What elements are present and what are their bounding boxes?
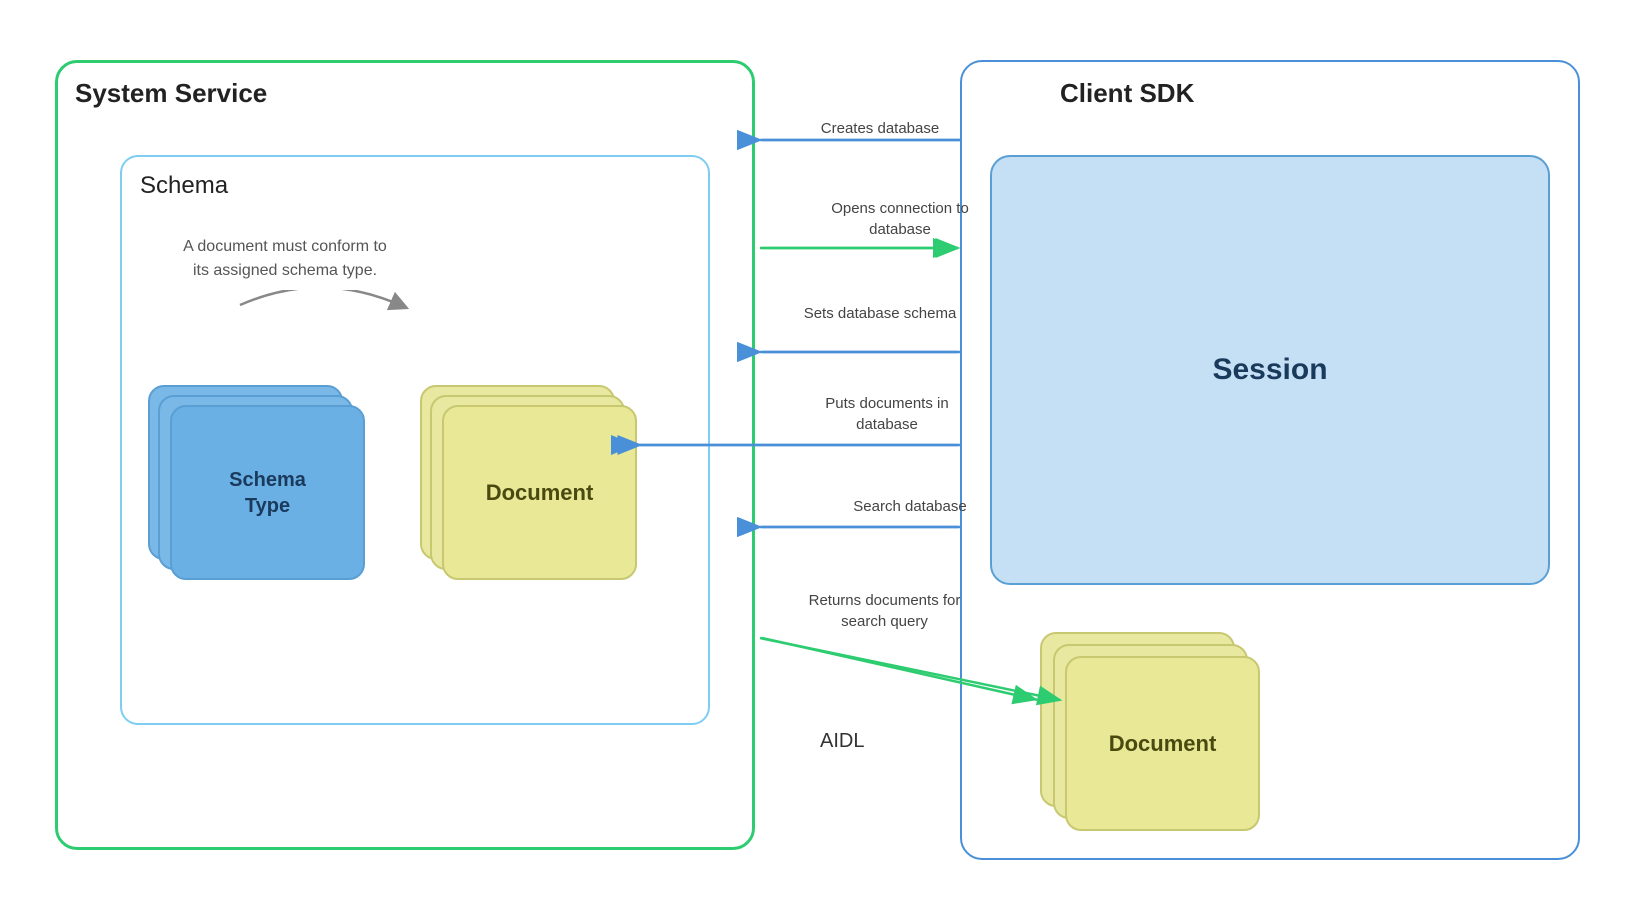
- client-sdk-label: Client SDK: [1060, 78, 1194, 109]
- aidl-label: AIDL: [820, 730, 864, 753]
- arrow-label-search-db: Search database: [820, 496, 1000, 517]
- document-label-right: Document: [1109, 731, 1217, 757]
- arrow-label-creates-db: Creates database: [780, 118, 980, 139]
- document-label-left: Document: [486, 480, 594, 506]
- arrow-label-sets-schema: Sets database schema: [775, 303, 985, 324]
- document2-card-front: Document: [1065, 656, 1260, 831]
- schema-type-card-front: SchemaType: [170, 405, 365, 580]
- document-card-front: Document: [442, 405, 637, 580]
- diagram-container: System Service Schema A document must co…: [0, 0, 1635, 918]
- arrow-label-opens-connection: Opens connection todatabase: [790, 198, 1010, 240]
- session-label: Session: [1212, 353, 1327, 387]
- schema-description: A document must conform to its assigned …: [175, 235, 395, 283]
- system-service-label: System Service: [75, 78, 267, 109]
- schema-label: Schema: [140, 172, 228, 200]
- arrow-label-puts-docs: Puts documents indatabase: [782, 393, 992, 435]
- session-card: Session: [990, 155, 1550, 585]
- arrow-label-returns-docs: Returns documents forsearch query: [777, 590, 992, 632]
- schema-type-label: SchemaType: [229, 467, 306, 519]
